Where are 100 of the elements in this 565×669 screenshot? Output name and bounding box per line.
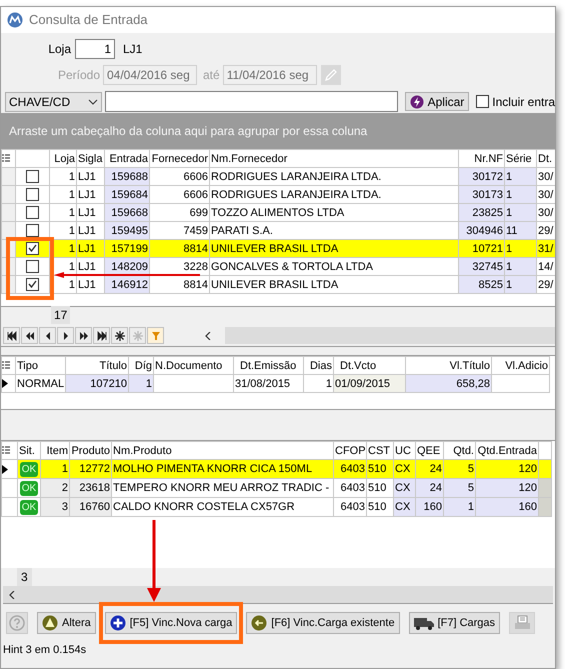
- column-header[interactable]: Fornecedor: [150, 150, 210, 168]
- first-record-icon: [6, 330, 16, 340]
- period-end-field: 11/04/2016 seg: [222, 65, 317, 85]
- column-header[interactable]: Loja: [50, 150, 76, 168]
- table-cell: TOZZO ALIMENTOS LTDA: [210, 204, 458, 222]
- table-cell: 304946: [458, 222, 504, 240]
- row-checkbox[interactable]: [26, 242, 39, 256]
- table-cell: 10721: [458, 240, 504, 258]
- table-cell: 1: [504, 258, 536, 276]
- table-cell: 120: [476, 478, 538, 498]
- column-header[interactable]: Tipo: [16, 356, 66, 374]
- table-cell: 23825: [458, 204, 504, 222]
- table-cell: CX: [394, 478, 416, 498]
- table-cell: 1: [504, 276, 536, 294]
- navigator-button[interactable]: [111, 327, 128, 344]
- navigator-button[interactable]: [3, 327, 20, 344]
- table-cell: 1: [504, 204, 536, 222]
- column-header[interactable]: Nm.Produto: [112, 442, 334, 460]
- table-cell: 32745: [458, 258, 504, 276]
- row-checkbox[interactable]: [26, 206, 39, 220]
- column-header[interactable]: Dt.Emissão: [234, 356, 304, 374]
- table-cell: 30172: [458, 168, 504, 186]
- table-cell: PARATI S.A.: [210, 222, 458, 240]
- horizontal-scrollbar[interactable]: [3, 586, 553, 604]
- table-cell: 1: [444, 498, 476, 516]
- checkmark-icon: [28, 244, 37, 254]
- table-cell: 159688: [104, 168, 150, 186]
- action-button[interactable]: [F5] Vinc.Nova carga: [104, 612, 238, 634]
- period-start-field: 04/04/2016 seg: [103, 65, 197, 85]
- column-header[interactable]: Vl.Título: [406, 356, 492, 374]
- column-header[interactable]: Dt.: [536, 150, 555, 168]
- table-cell: 1: [50, 168, 76, 186]
- table-cell: 7459: [150, 222, 210, 240]
- table-cell: 3: [40, 498, 70, 516]
- table-cell: MOLHO PIMENTA KNORR CICA 150ML: [112, 460, 334, 478]
- navigator-button[interactable]: [93, 327, 110, 344]
- table-cell: 12772: [70, 460, 112, 478]
- include-checkbox[interactable]: [476, 95, 490, 108]
- table-cell: 01/09/2015: [334, 374, 406, 392]
- search-key-dropdown[interactable]: CHAVE/CD: [5, 92, 102, 112]
- table-cell: 1: [40, 460, 70, 478]
- truck-icon: [414, 615, 434, 631]
- table-cell: 31/08/2015: [234, 374, 304, 392]
- lightning-icon: [410, 94, 424, 108]
- row-checkbox[interactable]: [26, 224, 39, 238]
- record-count: 3: [17, 568, 32, 586]
- table-cell: 510: [366, 460, 394, 478]
- grid-options-icon: [2, 446, 10, 455]
- table-cell: 6403: [334, 460, 366, 478]
- row-checkbox[interactable]: [26, 260, 39, 274]
- table-cell: 6606: [150, 168, 210, 186]
- table-cell: 30173: [458, 186, 504, 204]
- table-cell: 510: [366, 478, 394, 498]
- status-badge: OK: [20, 480, 38, 496]
- column-header[interactable]: Nm.Fornecedor: [210, 150, 458, 168]
- table-cell: 1: [128, 374, 154, 392]
- action-button[interactable]: [F6] Vinc.Carga existente: [246, 612, 400, 634]
- search-field[interactable]: [104, 91, 398, 112]
- row-checkbox[interactable]: [26, 170, 39, 184]
- action-button[interactable]: [F7] Cargas: [408, 612, 500, 634]
- scroll-left-icon: [9, 590, 15, 598]
- table-cell: 160: [476, 498, 538, 516]
- table-cell: 23618: [70, 478, 112, 498]
- row-checkbox[interactable]: [26, 188, 39, 202]
- table-cell: UNILEVER BRASIL LTDA: [210, 240, 458, 258]
- app-logo-icon: [7, 12, 23, 28]
- apply-button[interactable]: Aplicar: [404, 92, 470, 111]
- help-icon: [9, 615, 25, 631]
- grid-options-icon: [2, 361, 10, 370]
- table-cell: 16760: [70, 498, 112, 516]
- column-header[interactable]: Nr.NF: [458, 150, 504, 168]
- record-count: 17: [51, 306, 70, 324]
- status-badge: OK: [20, 500, 38, 514]
- navigator-button[interactable]: [57, 327, 74, 344]
- navigator-button[interactable]: [39, 327, 56, 344]
- column-header[interactable]: Entrada: [104, 150, 150, 168]
- row-checkbox[interactable]: [26, 278, 39, 292]
- action-button[interactable]: Altera: [37, 612, 96, 634]
- asterisk-icon: [114, 330, 124, 340]
- table-cell: LJ1: [76, 276, 104, 294]
- column-header[interactable]: Sigla: [76, 150, 104, 168]
- table-cell: 157199: [104, 240, 150, 258]
- table-cell: GONCALVES & TORTOLA LTDA: [210, 258, 458, 276]
- column-header[interactable]: Dias: [304, 356, 334, 374]
- table-cell: 120: [476, 460, 538, 478]
- navigator-button[interactable]: [75, 327, 92, 344]
- asterisk-icon: [132, 330, 142, 340]
- table-cell: 160: [416, 498, 444, 516]
- loja-field[interactable]: 1: [75, 39, 115, 59]
- navigator-button[interactable]: [21, 327, 38, 344]
- column-header[interactable]: Vl.Adicio: [492, 356, 550, 374]
- table-cell: 5: [444, 460, 476, 478]
- column-header[interactable]: N.Documento: [154, 356, 234, 374]
- loja-label: Loja: [47, 41, 72, 58]
- grid-options-icon: [2, 154, 10, 163]
- table-cell: 159668: [104, 204, 150, 222]
- previous-page-icon: [24, 330, 34, 340]
- column-header[interactable]: Série: [504, 150, 536, 168]
- table-cell: 8814: [150, 240, 210, 258]
- store-code: LJ1: [123, 41, 142, 58]
